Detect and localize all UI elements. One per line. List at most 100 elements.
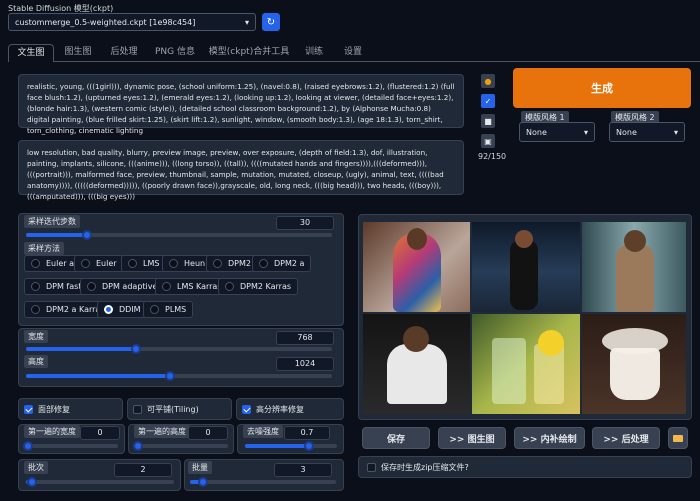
tab-checkpoint-merger[interactable]: 模型(ckpt)合并工具 — [204, 44, 294, 62]
negative-prompt-input[interactable]: low resolution, bad quality, blurry, pre… — [18, 140, 464, 201]
sampler-option-label: DPM2 — [228, 259, 251, 268]
height-slider-fill — [26, 374, 170, 378]
send-to-img2img-button[interactable]: >> 图生图 — [438, 427, 506, 449]
figure-head — [515, 230, 533, 248]
save-button[interactable]: 保存 — [362, 427, 430, 449]
radio-dot — [81, 259, 90, 268]
sampler-option-label: Heun — [184, 259, 206, 268]
clipboard-icon: ▣ — [484, 136, 492, 146]
gallery-image[interactable] — [582, 314, 686, 414]
send-to-extras-button[interactable]: >> 后处理 — [592, 427, 660, 449]
open-folder-button[interactable] — [668, 427, 688, 449]
send-to-inpaint-button[interactable]: >> 内补绘制 — [514, 427, 585, 449]
batch-size-label: 批量 — [188, 461, 212, 474]
sampler-option-label: DPM2 a Karras — [46, 305, 105, 314]
sampler-option-dpm-adaptive[interactable]: DPM adaptive — [80, 278, 165, 295]
trash-icon: ■ — [484, 116, 492, 126]
chevron-down-icon: ▾ — [583, 127, 588, 137]
sampler-option-dpm2[interactable]: DPM2 — [206, 255, 258, 272]
style1-value: None — [526, 127, 547, 137]
firstpass-height-knob[interactable] — [133, 441, 143, 451]
width-label: 宽度 — [24, 330, 48, 343]
batch-count-label: 批次 — [24, 461, 48, 474]
check-icon: ✓ — [484, 96, 492, 106]
refresh-button[interactable]: ↻ — [262, 13, 280, 31]
width-input[interactable]: 768 — [276, 331, 334, 345]
radio-dot — [259, 259, 268, 268]
style2-value: None — [616, 127, 637, 137]
sampler-option-heun[interactable]: Heun — [162, 255, 213, 272]
zip-label: 保存时生成zip压缩文件? — [381, 463, 469, 472]
sampler-option-euler[interactable]: Euler — [74, 255, 124, 272]
gallery-image[interactable] — [363, 222, 470, 312]
height-input[interactable]: 1024 — [276, 357, 334, 371]
batch-count-slider[interactable] — [26, 477, 174, 487]
tab-img2img[interactable]: 图生图 — [56, 44, 100, 62]
figure-shape — [387, 344, 447, 404]
batch-count-input[interactable]: 2 — [114, 463, 172, 477]
firstpass-width-knob[interactable] — [23, 441, 33, 451]
chevron-down-icon: ▾ — [673, 127, 678, 137]
checkbox-icon — [242, 405, 251, 414]
radio-dot — [128, 259, 137, 268]
radio-dot — [31, 259, 40, 268]
model-select[interactable]: custommerge_0.5-weighted.ckpt [1e98c454]… — [8, 13, 256, 31]
steps-input[interactable]: 30 — [276, 216, 334, 230]
tab-divider — [54, 61, 700, 62]
denoise-slider[interactable] — [245, 441, 337, 451]
style-apply-button[interactable]: ▣ — [481, 134, 495, 148]
sampler-option-ddim[interactable]: DDIM — [97, 301, 148, 318]
style2-select[interactable]: None ▾ — [609, 122, 685, 142]
tab-txt2img[interactable]: 文生图 — [8, 44, 54, 62]
sampler-option-dpm2-karras[interactable]: DPM2 Karras — [218, 278, 299, 295]
radio-dot — [150, 305, 159, 314]
tab-extras[interactable]: 后处理 — [102, 44, 146, 62]
denoise-label: 去噪强度 — [243, 425, 283, 438]
zip-checkbox[interactable]: 保存时生成zip压缩文件? — [367, 462, 469, 473]
denoise-input[interactable]: 0.7 — [284, 426, 330, 440]
firstpass-width-slider[interactable] — [23, 441, 118, 451]
style1-select[interactable]: None ▾ — [519, 122, 595, 142]
firstpass-height-input[interactable]: 0 — [188, 426, 228, 440]
batch-size-input[interactable]: 3 — [274, 463, 332, 477]
height-slider[interactable] — [26, 371, 332, 381]
firstpass-height-slider[interactable] — [133, 441, 228, 451]
batch-size-slider[interactable] — [190, 477, 336, 487]
sampler-option-lms[interactable]: LMS — [121, 255, 167, 272]
interrogate-button[interactable]: ● — [481, 74, 495, 88]
positive-prompt-input[interactable]: realistic, young, (((1girl))), dynamic p… — [18, 74, 464, 135]
checkbox-icon — [24, 405, 33, 414]
tab-settings[interactable]: 设置 — [334, 44, 372, 62]
radio-dot — [225, 282, 234, 291]
restore-faces-label: 面部修复 — [38, 405, 70, 414]
tab-train[interactable]: 训练 — [296, 44, 332, 62]
gallery-image[interactable] — [472, 222, 580, 312]
deepbooru-button[interactable]: ✓ — [481, 94, 495, 108]
hires-checkbox[interactable]: 高分辨率修复 — [242, 404, 304, 415]
steps-slider[interactable] — [26, 230, 332, 240]
checkbox-icon — [367, 463, 376, 472]
gallery-image[interactable] — [363, 314, 470, 414]
gallery-image[interactable] — [582, 222, 686, 312]
gallery-image[interactable] — [472, 314, 580, 414]
sampler-option-label: Euler a — [46, 259, 75, 268]
steps-label: 采样迭代步数 — [24, 215, 80, 228]
trash-button[interactable]: ■ — [481, 114, 495, 128]
radio-dot — [213, 259, 222, 268]
lemon-shape — [538, 330, 564, 356]
batch-count-slider-knob[interactable] — [26, 477, 37, 487]
glass-shape — [492, 338, 526, 404]
sampler-option-dpm2-a[interactable]: DPM2 a — [252, 255, 312, 272]
firstpass-width-input[interactable]: 0 — [80, 426, 120, 440]
width-slider[interactable] — [26, 344, 332, 354]
sampler-option-plms[interactable]: PLMS — [143, 301, 194, 318]
height-label: 高度 — [24, 355, 48, 368]
generate-button[interactable]: 生成 — [513, 68, 691, 108]
tiling-label: 可平铺(Tiling) — [147, 405, 199, 414]
height-slider-knob[interactable] — [164, 371, 175, 381]
tiling-checkbox[interactable]: 可平铺(Tiling) — [133, 404, 199, 415]
sampler-option-euler-a[interactable]: Euler a — [24, 255, 82, 272]
sampler-option-dpm-fast[interactable]: DPM fast — [24, 278, 89, 295]
restore-faces-checkbox[interactable]: 面部修复 — [24, 404, 70, 415]
tab-png-info[interactable]: PNG 信息 — [148, 44, 202, 62]
